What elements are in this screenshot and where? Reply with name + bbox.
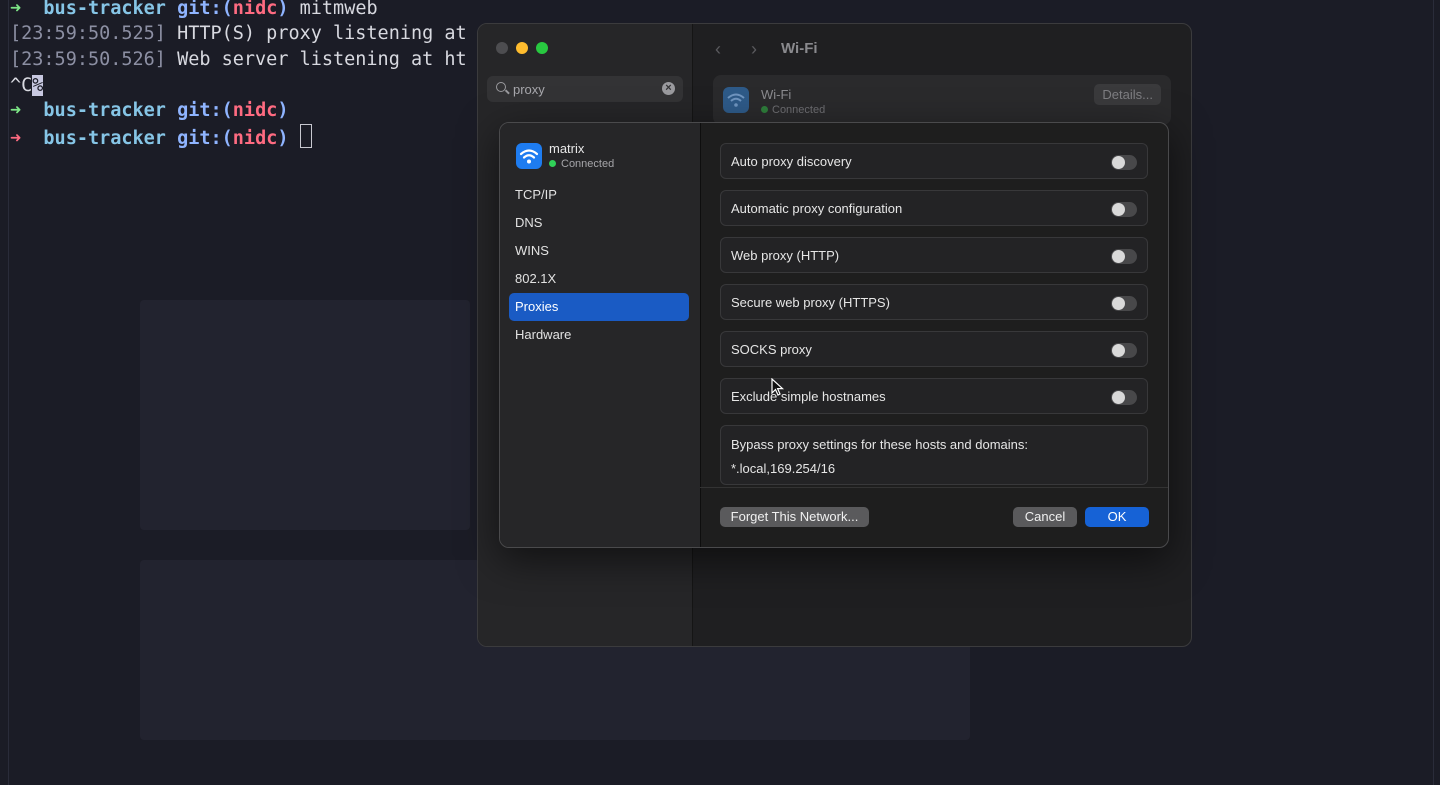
option-auto-proxy-discovery: Auto proxy discovery bbox=[720, 143, 1148, 179]
wifi-status: Connected bbox=[761, 104, 825, 116]
sidebar-item-hardware[interactable]: Hardware bbox=[509, 321, 689, 349]
search-icon bbox=[496, 82, 506, 92]
sidebar-item-tcpip[interactable]: TCP/IP bbox=[509, 181, 689, 209]
exclude-simple-hostnames-toggle[interactable] bbox=[1111, 390, 1137, 405]
cancel-button[interactable]: Cancel bbox=[1013, 507, 1077, 527]
option-web-proxy-http: Web proxy (HTTP) bbox=[720, 237, 1148, 273]
clear-search-icon[interactable]: × bbox=[662, 82, 675, 95]
terminal-line: [23:59:50.525] HTTP(S) proxy listening a… bbox=[10, 23, 467, 44]
network-status: Connected bbox=[549, 158, 614, 170]
minimize-window-button[interactable] bbox=[516, 42, 528, 54]
sidebar-item-wins[interactable]: WINS bbox=[509, 237, 689, 265]
zoom-window-button[interactable] bbox=[536, 42, 548, 54]
search-field[interactable]: proxy × bbox=[487, 76, 683, 102]
wifi-icon bbox=[516, 143, 542, 169]
network-name: matrix bbox=[549, 141, 585, 156]
terminal-cursor bbox=[299, 124, 312, 148]
background-panel bbox=[140, 300, 470, 530]
toggle-knob bbox=[1112, 297, 1125, 310]
chevron-right-icon[interactable]: › bbox=[751, 39, 757, 60]
toggle-knob bbox=[1112, 203, 1125, 216]
option-label: Secure web proxy (HTTPS) bbox=[731, 295, 890, 310]
proxies-sheet: matrix Connected TCP/IP DNS WINS 802.1X … bbox=[499, 122, 1169, 548]
terminal-line: ➜ bus-tracker git:(nidc) mitmweb bbox=[10, 0, 378, 19]
toggle-knob bbox=[1112, 250, 1125, 263]
toggle-knob bbox=[1112, 344, 1125, 357]
forget-network-button[interactable]: Forget This Network... bbox=[720, 507, 869, 527]
toggle-knob bbox=[1112, 156, 1125, 169]
window-title: Wi-Fi bbox=[781, 40, 818, 57]
option-label: Exclude simple hostnames bbox=[731, 389, 886, 404]
option-label: Automatic proxy configuration bbox=[731, 201, 903, 216]
secure-web-proxy-https-toggle[interactable] bbox=[1111, 296, 1137, 311]
ok-button[interactable]: OK bbox=[1085, 507, 1149, 527]
terminal-prompt[interactable]: ➜ bus-tracker git:(nidc) bbox=[10, 124, 312, 152]
status-dot bbox=[761, 106, 768, 113]
chevron-left-icon[interactable]: ‹ bbox=[715, 39, 721, 60]
automatic-proxy-configuration-toggle[interactable] bbox=[1111, 202, 1137, 217]
close-window-button[interactable] bbox=[496, 42, 508, 54]
terminal-line: ➜ bus-tracker git:(nidc) bbox=[10, 100, 289, 121]
terminal-line: ^C% bbox=[10, 75, 44, 96]
details-button[interactable]: Details... bbox=[1094, 84, 1161, 105]
sidebar-item-8021x[interactable]: 802.1X bbox=[509, 265, 689, 293]
sheet-sidebar: matrix Connected TCP/IP DNS WINS 802.1X … bbox=[500, 123, 701, 547]
option-socks-proxy: SOCKS proxy bbox=[720, 331, 1148, 367]
wifi-icon bbox=[723, 87, 749, 113]
wifi-name: Wi-Fi bbox=[761, 87, 792, 102]
status-dot bbox=[549, 160, 556, 167]
search-input[interactable]: proxy bbox=[513, 82, 545, 97]
option-label: Auto proxy discovery bbox=[731, 154, 852, 169]
bypass-hosts-input[interactable]: *.local,169.254/16 bbox=[731, 461, 835, 476]
socks-proxy-toggle[interactable] bbox=[1111, 343, 1137, 358]
terminal-line: [23:59:50.526] Web server listening at h… bbox=[10, 49, 467, 70]
bypass-label: Bypass proxy settings for these hosts an… bbox=[731, 437, 1028, 452]
footer-divider bbox=[700, 487, 1168, 488]
sidebar-item-proxies[interactable]: Proxies bbox=[509, 293, 689, 321]
web-proxy-http-toggle[interactable] bbox=[1111, 249, 1137, 264]
toggle-knob bbox=[1112, 391, 1125, 404]
auto-proxy-discovery-toggle[interactable] bbox=[1111, 155, 1137, 170]
option-label: SOCKS proxy bbox=[731, 342, 812, 357]
sidebar-item-dns[interactable]: DNS bbox=[509, 209, 689, 237]
wifi-card: Wi-Fi Connected Details... bbox=[713, 75, 1171, 125]
option-label: Web proxy (HTTP) bbox=[731, 248, 840, 263]
option-secure-web-proxy-https: Secure web proxy (HTTPS) bbox=[720, 284, 1148, 320]
option-automatic-proxy-configuration: Automatic proxy configuration bbox=[720, 190, 1148, 226]
bypass-proxy-field[interactable]: Bypass proxy settings for these hosts an… bbox=[720, 425, 1148, 485]
